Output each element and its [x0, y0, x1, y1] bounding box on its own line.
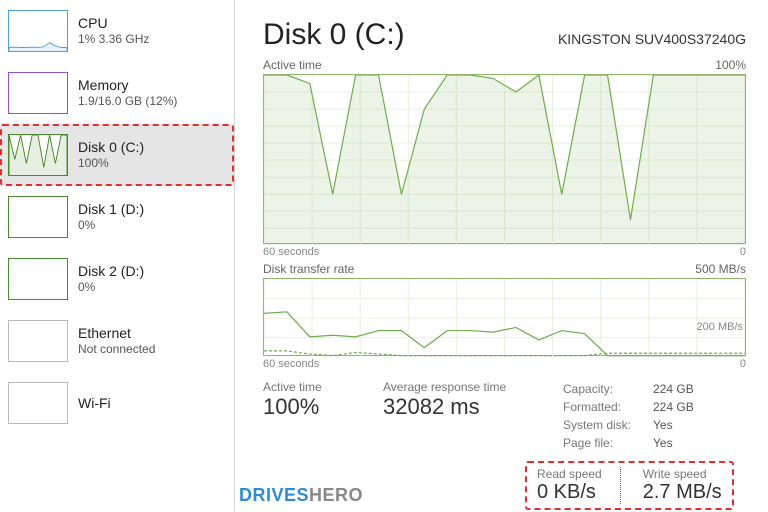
sidebar-item-name: Ethernet: [78, 324, 155, 342]
chart1-title: Active time: [263, 58, 322, 72]
chart2-annot: 200 MB/s: [697, 321, 743, 333]
sidebar-item-name: Disk 1 (D:): [78, 200, 144, 218]
capacity-label: Capacity:: [563, 380, 643, 398]
write-speed-label: Write speed: [643, 467, 722, 481]
sparkline-thumb: [8, 382, 68, 424]
capacity-value: 224 GB: [653, 380, 694, 398]
chart2-ymax: 500 MB/s: [695, 262, 746, 276]
sidebar[interactable]: CPU1% 3.36 GHzMemory1.9/16.0 GB (12%)Dis…: [0, 0, 235, 512]
read-speed-value: 0 KB/s: [537, 481, 602, 504]
chart2-title: Disk transfer rate: [263, 262, 354, 276]
read-write-highlight: Read speed 0 KB/s Write speed 2.7 MB/s: [525, 461, 734, 510]
formatted-label: Formatted:: [563, 398, 643, 416]
sidebar-item-disk-1-d-[interactable]: Disk 1 (D:)0%: [0, 186, 234, 248]
sidebar-item-sub: 100%: [78, 156, 144, 172]
active-time-value: 100%: [263, 394, 353, 420]
sidebar-item-sub: 1% 3.36 GHz: [78, 32, 149, 48]
watermark: DRIVESHERO: [239, 485, 363, 506]
sidebar-item-cpu[interactable]: CPU1% 3.36 GHz: [0, 0, 234, 62]
sidebar-item-sub: 1.9/16.0 GB (12%): [78, 94, 177, 110]
page-file-label: Page file:: [563, 434, 643, 452]
sparkline-thumb: [8, 72, 68, 114]
main-panel: Disk 0 (C:) KINGSTON SUV400S37240G Activ…: [235, 0, 768, 512]
sparkline-thumb: [8, 134, 68, 176]
sidebar-item-sub: 0%: [78, 218, 144, 234]
sparkline-thumb: [8, 10, 68, 52]
avg-response-value: 32082 ms: [383, 394, 533, 420]
disk-model: KINGSTON SUV400S37240G: [558, 31, 746, 47]
sparkline-thumb: [8, 196, 68, 238]
system-disk-label: System disk:: [563, 416, 643, 434]
sidebar-item-ethernet[interactable]: EthernetNot connected: [0, 310, 234, 372]
sidebar-item-sub: 0%: [78, 280, 144, 296]
sparkline-thumb: [8, 258, 68, 300]
active-time-label: Active time: [263, 380, 353, 394]
chart1-ymax: 100%: [715, 58, 746, 72]
page-file-value: Yes: [653, 434, 673, 452]
sidebar-item-disk-2-d-[interactable]: Disk 2 (D:)0%: [0, 248, 234, 310]
active-time-chart: [263, 74, 746, 244]
sparkline-thumb: [8, 320, 68, 362]
sidebar-item-name: Disk 0 (C:): [78, 138, 144, 156]
read-speed-label: Read speed: [537, 467, 602, 481]
chart1-xright: 0: [740, 246, 746, 258]
chart2-xleft: 60 seconds: [263, 358, 319, 370]
write-speed-value: 2.7 MB/s: [643, 481, 722, 504]
transfer-rate-chart: 200 MB/s: [263, 278, 746, 356]
sidebar-item-name: CPU: [78, 14, 149, 32]
avg-response-label: Average response time: [383, 380, 533, 394]
sidebar-item-sub: Not connected: [78, 342, 155, 358]
sidebar-item-memory[interactable]: Memory1.9/16.0 GB (12%): [0, 62, 234, 124]
page-title: Disk 0 (C:): [263, 18, 405, 52]
system-disk-value: Yes: [653, 416, 673, 434]
sidebar-item-name: Disk 2 (D:): [78, 262, 144, 280]
sidebar-item-disk-0-c-[interactable]: Disk 0 (C:)100%: [0, 124, 234, 186]
sidebar-item-name: Memory: [78, 76, 177, 94]
chart1-xleft: 60 seconds: [263, 246, 319, 258]
formatted-value: 224 GB: [653, 398, 694, 416]
sidebar-item-name: Wi-Fi: [78, 394, 111, 412]
chart2-xright: 0: [740, 358, 746, 370]
sidebar-item-wi-fi[interactable]: Wi-Fi: [0, 372, 234, 434]
